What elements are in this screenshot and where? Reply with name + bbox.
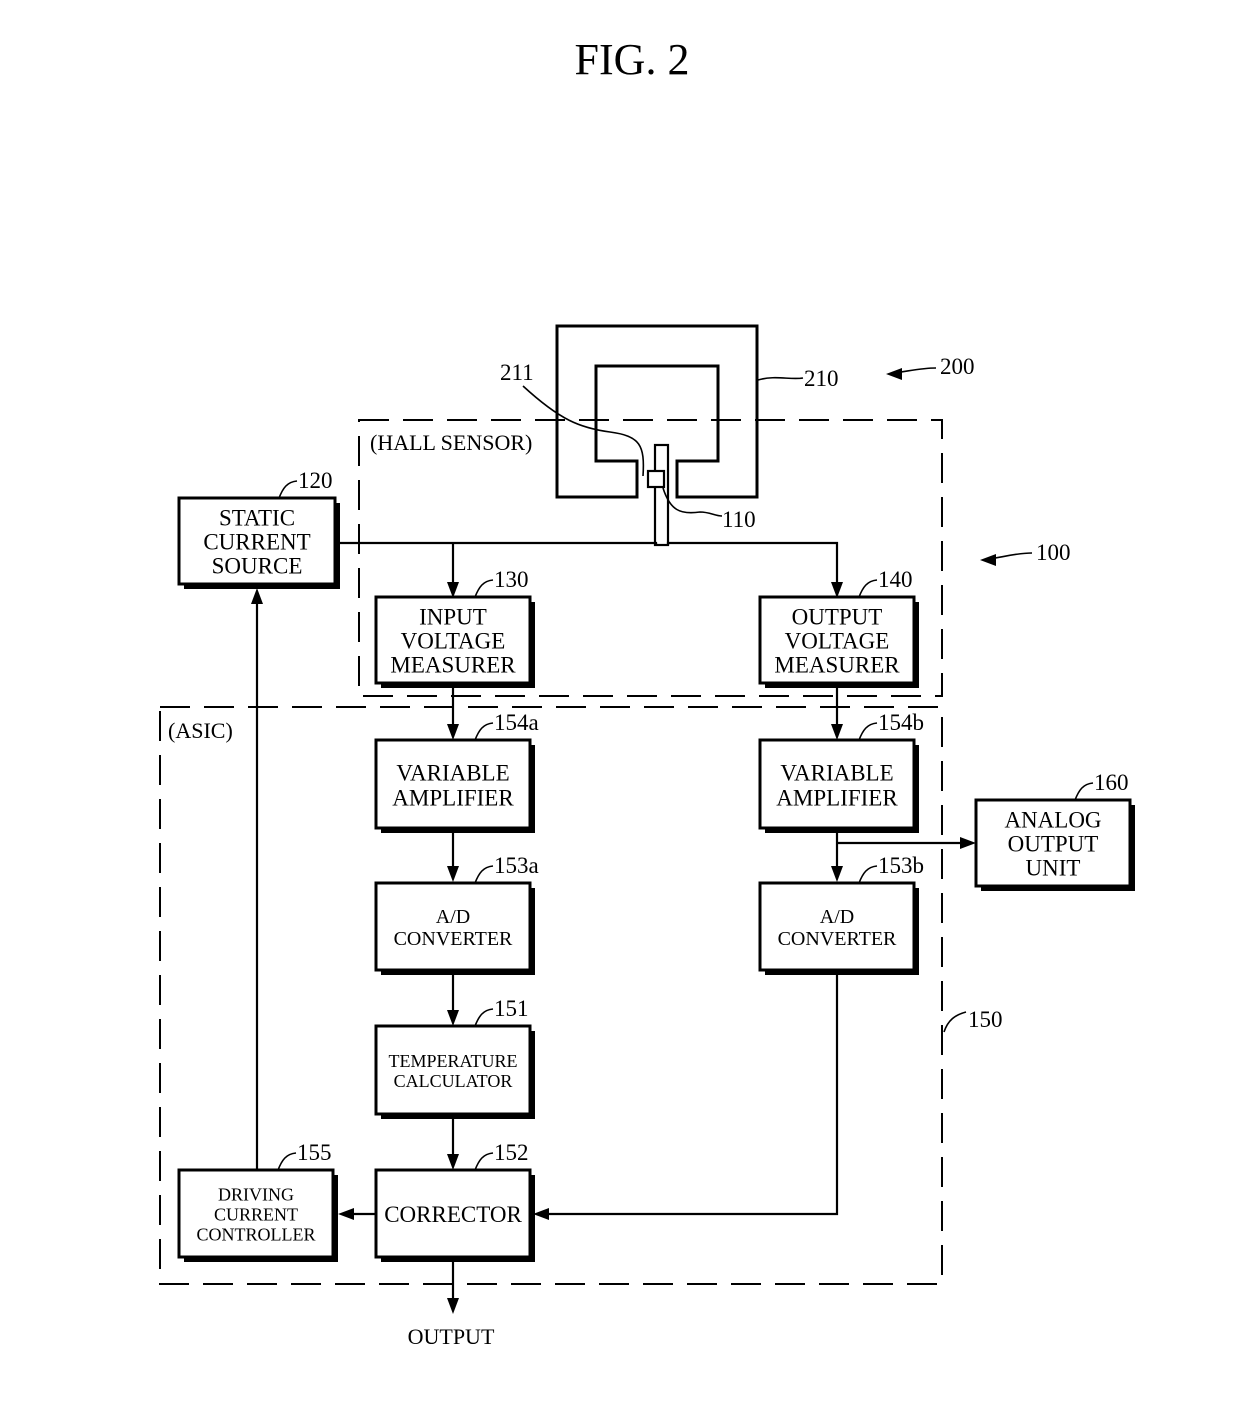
block-label-line: MEASURER	[390, 652, 516, 677]
arrow-down-icon	[447, 866, 459, 882]
figure-title: FIG. 2	[575, 35, 690, 84]
block-label-line: OUTPUT	[1008, 831, 1099, 856]
block-label-line: ANALOG	[1004, 807, 1101, 832]
block-label-line: VARIABLE	[780, 760, 893, 785]
ref-210: 210	[804, 366, 839, 391]
block-label-line: TEMPERATURE	[388, 1051, 517, 1071]
leader-210	[757, 376, 804, 381]
arrow-down-icon	[831, 866, 843, 882]
ref-leader	[858, 865, 878, 884]
block-label-line: CONTROLLER	[197, 1225, 316, 1245]
arrow-100-icon	[980, 554, 996, 566]
arrow-left-icon	[533, 1208, 549, 1220]
block-diagram: FIG. 2 (HALL SENSOR) (ASIC) 211 210 110 …	[159, 35, 1135, 1349]
ref-number: 130	[494, 567, 529, 592]
block-static-current-source: STATICCURRENTSOURCE 120	[177, 468, 340, 589]
block-label-line: VOLTAGE	[401, 628, 506, 653]
block-ad-converter-a: A/DCONVERTER 153a	[374, 853, 539, 975]
arrow-down-icon	[831, 724, 843, 740]
arrow-down-icon	[447, 724, 459, 740]
ref-number: 151	[494, 996, 529, 1021]
block-label-line: INPUT	[419, 604, 487, 629]
block-label-line: VARIABLE	[396, 760, 509, 785]
block-variable-amplifier-a: VARIABLEAMPLIFIER 154a	[374, 710, 539, 833]
ref-number: 154a	[494, 710, 539, 735]
arrow-down-icon	[447, 1298, 459, 1314]
block-label-line: CALCULATOR	[394, 1071, 513, 1091]
block-label-line: A/D	[820, 906, 854, 928]
block-variable-amplifier-b: VARIABLEAMPLIFIER 154b	[758, 710, 924, 833]
output-label: OUTPUT	[408, 1324, 495, 1349]
block-label-line: AMPLIFIER	[776, 785, 898, 810]
ref-100: 100	[1036, 540, 1071, 565]
block-label-line: VOLTAGE	[785, 628, 890, 653]
arrow-down-icon	[447, 1154, 459, 1170]
block-label-line: CORRECTOR	[384, 1202, 522, 1227]
arrow-down-icon	[447, 1010, 459, 1026]
ref-number: 155	[297, 1140, 332, 1165]
arrow-left-icon	[338, 1208, 354, 1220]
block-label-line: MEASURER	[774, 652, 900, 677]
block-label-line: CURRENT	[203, 529, 310, 554]
ref-200: 200	[940, 354, 975, 379]
arrow-right-icon	[960, 837, 976, 849]
ref-leader	[474, 1008, 494, 1027]
ref-211: 211	[500, 360, 534, 385]
ref-leader	[277, 1152, 297, 1171]
block-label-line: UNIT	[1026, 855, 1081, 880]
ref-leader	[1074, 782, 1094, 801]
block-label-line: AMPLIFIER	[392, 785, 514, 810]
block-label-line: OUTPUT	[792, 604, 883, 629]
block-label-line: STATIC	[219, 505, 295, 530]
ref-leader	[474, 722, 494, 741]
ref-leader	[858, 722, 878, 741]
leader-110	[662, 487, 723, 517]
ref-number: 160	[1094, 770, 1129, 795]
ref-leader	[474, 1152, 494, 1171]
ref-number: 153b	[878, 853, 924, 878]
block-analog-output-unit: ANALOGOUTPUTUNIT 160	[974, 770, 1135, 891]
ref-110: 110	[722, 507, 756, 532]
block-label-line: A/D	[436, 906, 470, 928]
block-label-line: CONVERTER	[778, 928, 897, 950]
ref-number: 152	[494, 1140, 529, 1165]
hall-sensor-label: (HALL SENSOR)	[370, 430, 532, 455]
ref-leader	[858, 579, 878, 598]
arrow-200-icon	[886, 368, 902, 380]
ref-number: 120	[298, 468, 333, 493]
asic-label: (ASIC)	[168, 718, 233, 743]
ref-leader	[474, 865, 494, 884]
ref-number: 153a	[494, 853, 539, 878]
blocks-group: STATICCURRENTSOURCE120INPUTVOLTAGEMEASUR…	[177, 468, 1135, 1262]
arrow-up-icon	[251, 588, 263, 604]
block-label-line: DRIVING	[218, 1185, 294, 1205]
ref-leader	[278, 480, 298, 499]
ref-number: 154b	[878, 710, 924, 735]
block-label-line: SOURCE	[212, 553, 303, 578]
block-label-line: CONVERTER	[394, 928, 513, 950]
ref-150: 150	[968, 1007, 1003, 1032]
ref-leader	[474, 579, 494, 598]
block-driving-current-controller: DRIVINGCURRENTCONTROLLER 155	[177, 1140, 338, 1262]
ref-number: 140	[878, 567, 913, 592]
block-label-line: CURRENT	[214, 1205, 298, 1225]
block-ad-converter-b: A/DCONVERTER 153b	[758, 853, 924, 975]
leader-150	[943, 1011, 967, 1033]
